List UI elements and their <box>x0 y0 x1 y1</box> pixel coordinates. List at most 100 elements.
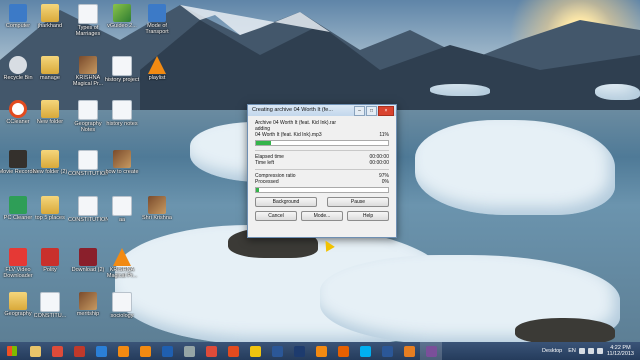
cancel-button[interactable]: Cancel <box>255 211 297 221</box>
dialog-titlebar[interactable]: Creating archive 04 Worth It (fe... – □ × <box>248 105 396 116</box>
minimize-icon[interactable]: – <box>354 106 365 116</box>
desktop-icon[interactable]: New folder (2) <box>30 150 70 175</box>
network-icon[interactable] <box>578 348 585 354</box>
desktop-icon[interactable]: how to create <box>102 150 142 175</box>
desktop-icon-label: history notes <box>106 121 138 127</box>
vlc-icon <box>139 345 151 357</box>
desktop: Computer jharkhand Types of Marriages vGuid… <box>0 0 640 342</box>
pause-button[interactable]: Pause <box>327 197 389 207</box>
word-icon <box>381 345 393 357</box>
explorer-icon <box>29 345 41 357</box>
taskbar-button[interactable] <box>200 342 222 360</box>
desktop-icon[interactable]: history project <box>102 56 142 83</box>
firefox-icon <box>337 345 349 357</box>
desktop-icon-label: how to create <box>105 169 139 175</box>
desktop-icon[interactable]: aa <box>102 196 142 223</box>
document-icon <box>78 4 98 24</box>
taskbar-button[interactable] <box>68 342 90 360</box>
desktop-icon-label: Shri Krishna <box>142 215 172 221</box>
taskbar-button[interactable] <box>332 342 354 360</box>
taskbar-button[interactable] <box>266 342 288 360</box>
maximize-icon[interactable]: □ <box>366 106 377 116</box>
taskbar-button[interactable] <box>178 342 200 360</box>
document-icon <box>78 100 98 120</box>
desktop-icon[interactable]: vGuideo 2... <box>102 4 142 29</box>
desktop-icon[interactable]: playlist <box>137 56 177 81</box>
time-left-value: 00:00:00 <box>369 160 389 166</box>
folder-icon <box>9 292 27 310</box>
language-indicator[interactable]: EN <box>568 348 576 354</box>
flag-icon[interactable] <box>596 348 603 354</box>
presentation-icon <box>148 4 166 22</box>
desktop-icon[interactable]: manage <box>30 56 70 81</box>
pencil-icon <box>249 345 261 357</box>
folder-icon <box>41 4 59 22</box>
pdf-icon <box>41 248 59 266</box>
desktop-icon-label: KRISHNA Magical Pr... <box>106 267 138 279</box>
desktop-icon[interactable]: sociology <box>102 292 142 319</box>
volume-icon[interactable] <box>587 348 594 354</box>
taskbar-button[interactable] <box>354 342 376 360</box>
desktop-icon-label: sociology <box>110 313 134 319</box>
taskbar-button[interactable] <box>90 342 112 360</box>
ccleaner-icon <box>9 100 27 118</box>
desktop-icon[interactable]: top 5 places <box>30 196 70 221</box>
iceberg <box>415 120 615 215</box>
taskbar-button[interactable] <box>310 342 332 360</box>
desktop-icon-label: manage <box>40 75 60 81</box>
desktop-icon[interactable]: KRISHNA Magical Pr... <box>102 248 142 279</box>
desktop-icon[interactable]: Mode of Transport <box>137 4 177 35</box>
taskbar-button[interactable] <box>288 342 310 360</box>
processed-label: Processed <box>255 179 279 185</box>
taskbar-button[interactable] <box>244 342 266 360</box>
taskbar-button[interactable] <box>376 342 398 360</box>
document-icon <box>112 100 132 120</box>
desktop-icon[interactable]: CONSTITU... <box>30 292 70 319</box>
phone-icon <box>73 345 85 357</box>
taskbar-button[interactable] <box>46 342 68 360</box>
desktop-toolbar-label[interactable]: Desktop <box>542 348 562 354</box>
windows-media-icon <box>161 345 173 357</box>
desktop-icon-label: jharkhand <box>37 23 63 29</box>
desktop-icon-label: playlist <box>148 75 166 81</box>
iceberg <box>430 84 490 96</box>
desktop-icon-label: history project <box>104 77 140 83</box>
pc-cleaner-icon <box>9 196 27 214</box>
chrome-icon <box>205 345 217 357</box>
image-icon <box>113 150 131 168</box>
vlc-icon <box>315 345 327 357</box>
taskbar-button[interactable] <box>24 342 46 360</box>
taskbar-button[interactable] <box>420 342 442 360</box>
recycle-bin-icon <box>9 56 27 74</box>
downloader-icon <box>9 248 27 266</box>
rock <box>515 318 615 342</box>
desktop-icon[interactable]: Polity <box>30 248 70 273</box>
winrar-icon <box>425 345 437 357</box>
taskbar: Desktop EN 4:22 PM 11/12/2013 <box>0 342 640 360</box>
desktop-icon[interactable]: jharkhand <box>30 4 70 29</box>
vlc-icon <box>117 345 129 357</box>
desktop-icon[interactable]: New folder <box>30 100 70 125</box>
skype-icon <box>359 345 371 357</box>
movie-icon <box>9 150 27 168</box>
winrar-progress-dialog: Creating archive 04 Worth It (fe... – □ × … <box>247 104 397 238</box>
desktop-icon[interactable]: history notes <box>102 100 142 127</box>
clock-date: 11/12/2013 <box>606 351 634 357</box>
background-button[interactable]: Background <box>255 197 317 207</box>
clock[interactable]: 4:22 PM 11/12/2013 <box>607 345 634 357</box>
document-icon <box>78 196 98 216</box>
mode-button[interactable]: Mode... <box>301 211 343 221</box>
taskbar-button[interactable] <box>398 342 420 360</box>
current-file: 04 Worth It (feat. Kid Ink).mp3 <box>255 132 322 138</box>
desktop-icon[interactable]: Shri Krishna <box>137 196 177 221</box>
start-button[interactable] <box>0 342 24 360</box>
taskbar-button[interactable] <box>134 342 156 360</box>
close-icon[interactable]: × <box>378 106 394 116</box>
taskbar-button[interactable] <box>156 342 178 360</box>
help-button[interactable]: Help <box>347 211 389 221</box>
taskbar-button[interactable] <box>222 342 244 360</box>
desktop-icon-label: vGuideo 2... <box>107 23 137 29</box>
desktop-icon-label: New folder <box>36 119 64 125</box>
desktop-icon-label: aa <box>118 217 126 223</box>
taskbar-button[interactable] <box>112 342 134 360</box>
